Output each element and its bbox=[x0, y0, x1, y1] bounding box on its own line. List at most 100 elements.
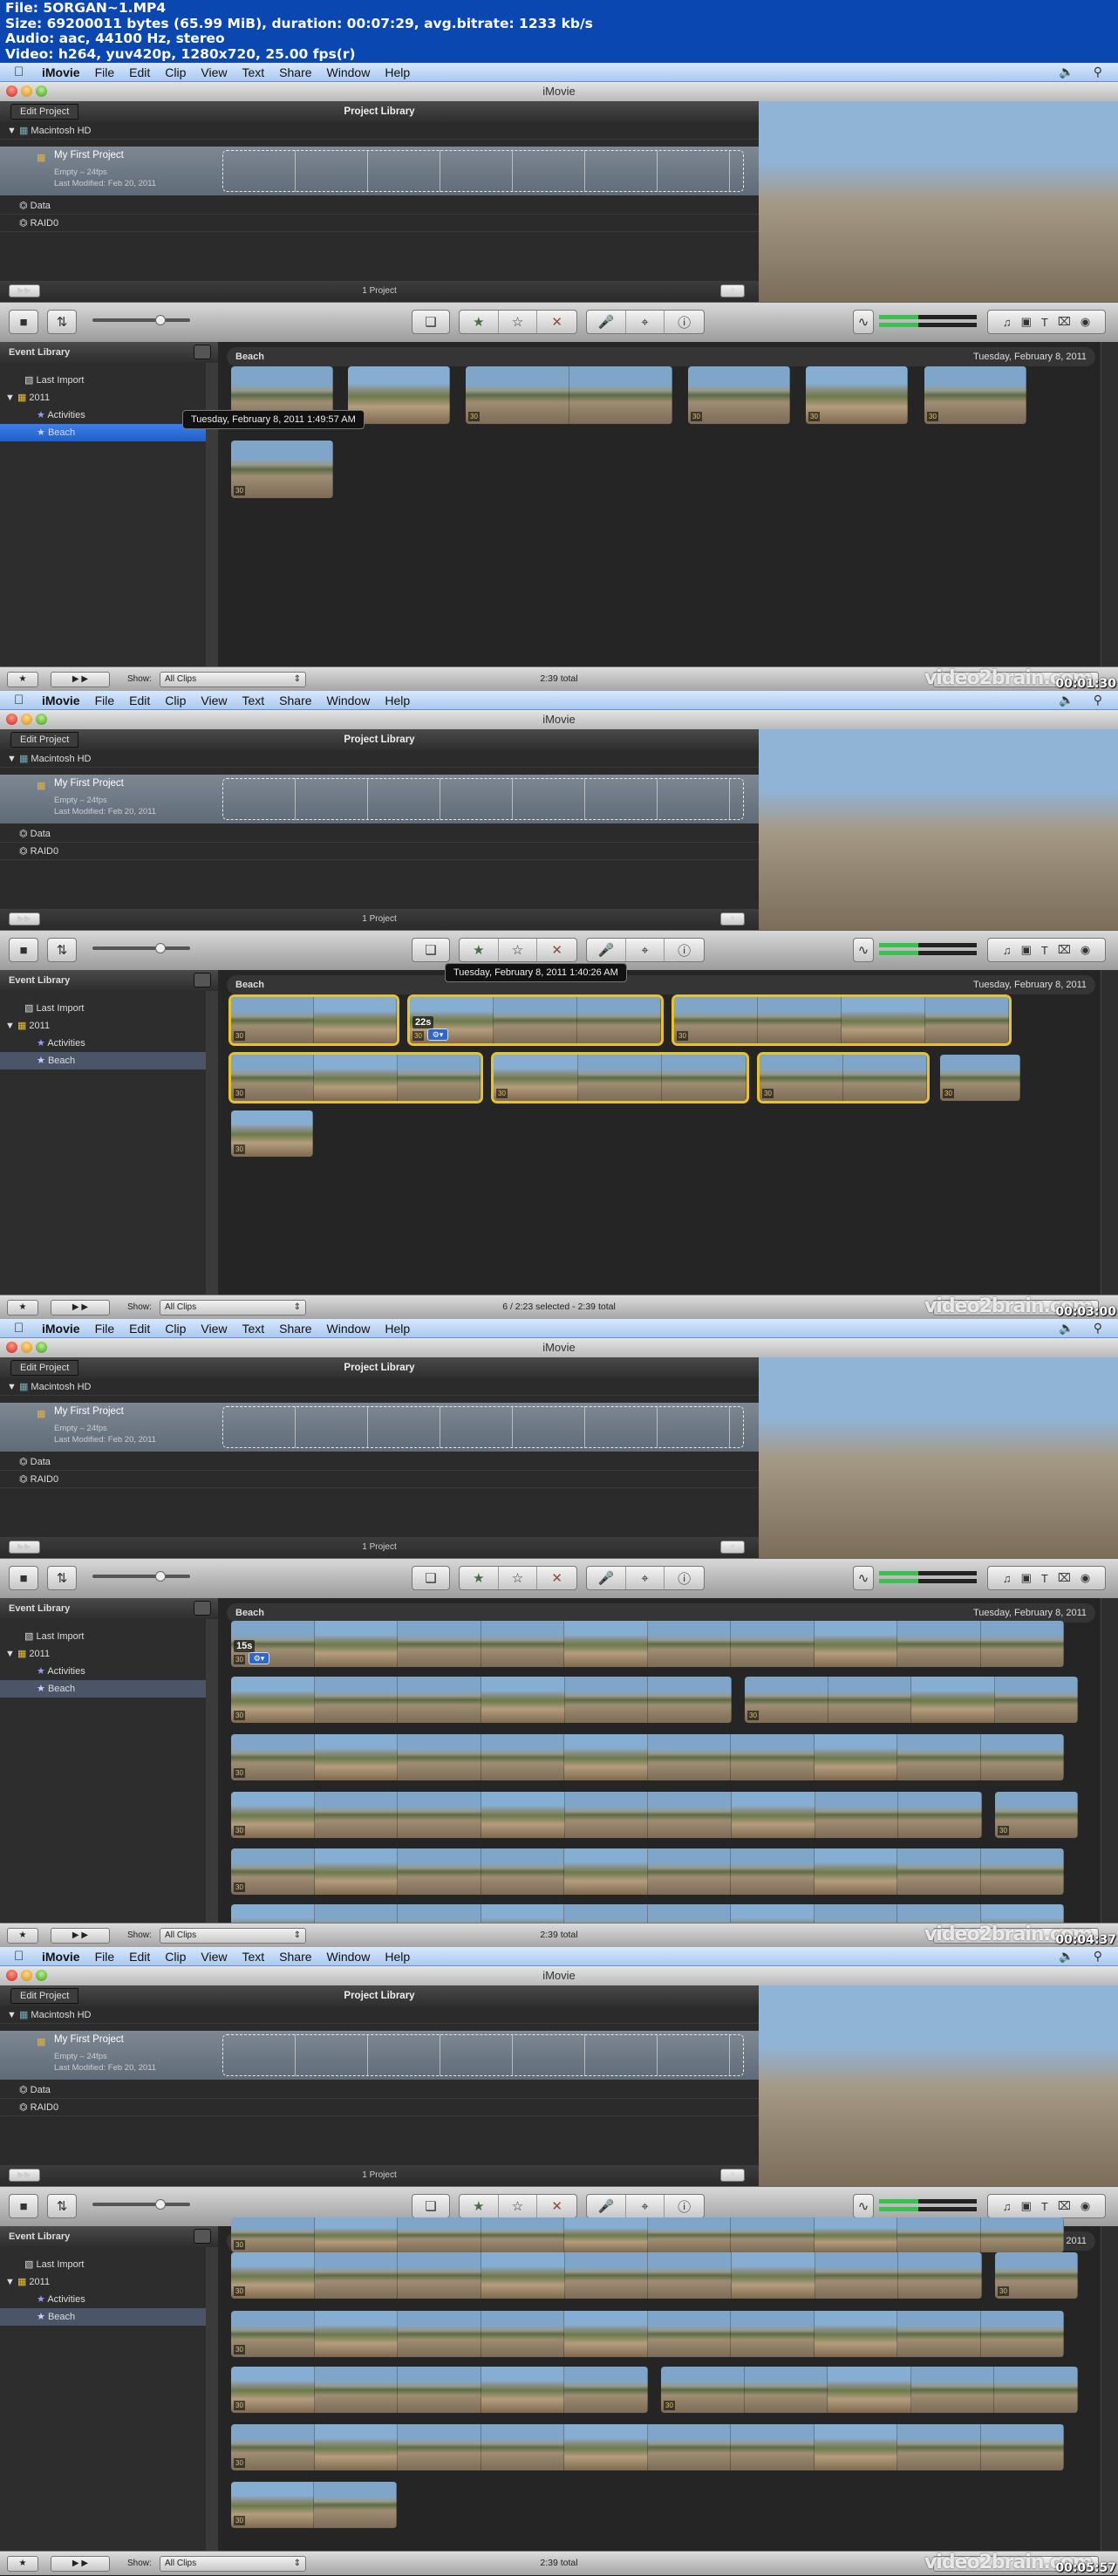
event-year-2011[interactable]: ▼ ▦ 2011 bbox=[0, 389, 206, 407]
menu-text[interactable]: Text bbox=[242, 65, 264, 79]
play-buttons[interactable]: ▶▶ bbox=[9, 1541, 40, 1554]
camera-import-button[interactable]: ■ bbox=[9, 1566, 38, 1590]
project-my-first-project[interactable]: ▦ My First Project Empty – 24fps Last Mo… bbox=[0, 2031, 759, 2080]
menu-clip[interactable]: Clip bbox=[165, 65, 186, 79]
spotlight-search-icon[interactable]: ⚲ bbox=[1094, 1321, 1102, 1336]
event-beach[interactable]: ★ Beach bbox=[0, 1680, 206, 1698]
spotlight-search-icon[interactable]: ⚲ bbox=[1094, 1949, 1102, 1964]
swap-button[interactable]: ⇅ bbox=[47, 938, 77, 962]
add-to-project-button[interactable]: ❏ bbox=[412, 1566, 450, 1590]
menu-view[interactable]: View bbox=[201, 1322, 227, 1336]
menu-file[interactable]: File bbox=[95, 1950, 115, 1964]
project-my-first-project[interactable]: ▦ My First Project Empty – 24fps Last Mo… bbox=[0, 1403, 759, 1452]
audio-waveform-button[interactable]: ∿ bbox=[853, 938, 874, 962]
event-activities[interactable]: ★ Activities bbox=[0, 1035, 206, 1052]
video-viewer[interactable] bbox=[759, 729, 1118, 930]
drive-raid0[interactable]: ⏣ RAID0 bbox=[0, 215, 759, 232]
apple-menu-icon[interactable]:  bbox=[14, 1321, 31, 1336]
menu-text[interactable]: Text bbox=[242, 1950, 264, 1964]
event-beach[interactable]: ★ Beach bbox=[0, 1052, 206, 1069]
audio-waveform-button[interactable]: ∿ bbox=[853, 310, 874, 334]
music-icon[interactable]: ♫ bbox=[1003, 2200, 1012, 2213]
play-buttons[interactable]: ▶▶ bbox=[9, 2169, 40, 2182]
event-year-2011[interactable]: ▼ ▦ 2011 bbox=[0, 1645, 206, 1663]
photo-icon[interactable]: ▣ bbox=[1021, 943, 1032, 957]
map-globe-icon[interactable]: ◉ bbox=[1081, 943, 1090, 957]
unmark-star-icon[interactable]: ☆ bbox=[499, 311, 538, 333]
edit-project-button[interactable]: Edit Project bbox=[10, 1360, 79, 1376]
menu-clip[interactable]: Clip bbox=[165, 1322, 186, 1336]
event-activities[interactable]: ★ Activities bbox=[0, 1663, 206, 1680]
reject-x-icon[interactable]: ✕ bbox=[537, 939, 576, 961]
audio-waveform-button[interactable]: ∿ bbox=[853, 1566, 874, 1590]
volume-icon[interactable]: 🔈 bbox=[1059, 65, 1074, 79]
event-year-2011[interactable]: ▼ ▦ 2011 bbox=[0, 1017, 206, 1035]
swap-button[interactable]: ⇅ bbox=[47, 310, 77, 334]
project-my-first-project[interactable]: ▦ My First Project Empty – 24fps Last Mo… bbox=[0, 147, 759, 195]
unmark-star-icon[interactable]: ☆ bbox=[499, 939, 538, 961]
video-clip[interactable]: 30 bbox=[228, 994, 399, 1046]
play-buttons[interactable]: ▶▶ bbox=[9, 912, 40, 926]
disclosure-triangle-icon[interactable]: ▼ bbox=[7, 2010, 17, 2020]
video-clip[interactable]: 30 bbox=[231, 1792, 982, 1838]
music-icon[interactable]: ♫ bbox=[1003, 316, 1012, 329]
menu-edit[interactable]: Edit bbox=[129, 1950, 150, 1964]
edit-project-button[interactable]: Edit Project bbox=[10, 104, 79, 120]
disclosure-triangle-icon[interactable]: ▼ bbox=[5, 1649, 15, 1659]
crop-icon[interactable]: ⌖ bbox=[626, 2195, 665, 2217]
map-globe-icon[interactable]: ◉ bbox=[1081, 315, 1090, 329]
microphone-icon[interactable]: 🎤 bbox=[587, 2195, 626, 2217]
menu-view[interactable]: View bbox=[201, 694, 227, 707]
transition-icon[interactable]: ⌧ bbox=[1058, 1571, 1071, 1585]
close-button[interactable] bbox=[6, 1970, 17, 1981]
eject-button[interactable] bbox=[194, 1601, 211, 1616]
edit-project-button[interactable]: Edit Project bbox=[10, 732, 79, 748]
photo-icon[interactable]: ▣ bbox=[1021, 315, 1032, 329]
video-clip[interactable]: 30 bbox=[491, 1052, 749, 1104]
transition-icon[interactable]: ⌧ bbox=[1058, 2199, 1071, 2213]
crop-icon[interactable]: ⌖ bbox=[626, 311, 665, 333]
event-year-2011[interactable]: ▼ ▦ 2011 bbox=[0, 2273, 206, 2291]
empty-project-dropzone[interactable] bbox=[222, 1406, 744, 1448]
project-my-first-project[interactable]: ▦ My First Project Empty – 24fps Last Mo… bbox=[0, 775, 759, 823]
menu-file[interactable]: File bbox=[95, 1322, 115, 1336]
menu-clip[interactable]: Clip bbox=[165, 1950, 186, 1964]
add-project-button[interactable]: + bbox=[720, 912, 745, 926]
minimize-button[interactable] bbox=[21, 1970, 32, 1981]
video-clip[interactable]: 30 bbox=[231, 1110, 313, 1157]
event-beach[interactable]: ★ Beach bbox=[0, 424, 206, 441]
event-last-import[interactable]: ▧ Last Import bbox=[0, 1000, 206, 1017]
video-clip[interactable]: 30 bbox=[661, 2367, 1078, 2413]
browser-scrollbar[interactable] bbox=[1101, 2226, 1118, 2551]
play-buttons[interactable]: ▶▶ bbox=[9, 284, 40, 297]
menu-view[interactable]: View bbox=[201, 65, 227, 79]
video-clip[interactable]: 30 bbox=[757, 1052, 930, 1104]
title-icon[interactable]: T bbox=[1041, 944, 1048, 957]
video-clip[interactable]: 30 bbox=[231, 2217, 1064, 2252]
photo-icon[interactable]: ▣ bbox=[1021, 2199, 1032, 2213]
video-viewer[interactable] bbox=[759, 101, 1118, 302]
menu-share[interactable]: Share bbox=[279, 1322, 311, 1336]
photo-icon[interactable]: ▣ bbox=[1021, 1571, 1032, 1585]
crop-icon[interactable]: ⌖ bbox=[626, 1567, 665, 1589]
info-icon[interactable]: ⓘ bbox=[665, 2195, 704, 2217]
crop-icon[interactable]: ⌖ bbox=[626, 939, 665, 961]
add-project-button[interactable]: + bbox=[720, 284, 745, 297]
video-clip[interactable]: 30 bbox=[671, 994, 1012, 1046]
sidebar-scrollbar[interactable] bbox=[206, 991, 218, 1295]
clip-gear-menu-icon[interactable]: ⚙▾ bbox=[249, 1652, 269, 1664]
thumbnail-size-slider[interactable] bbox=[92, 315, 190, 325]
menu-edit[interactable]: Edit bbox=[129, 694, 150, 707]
music-icon[interactable]: ♫ bbox=[1003, 1572, 1012, 1585]
add-to-project-button[interactable]: ❏ bbox=[412, 2194, 450, 2218]
microphone-icon[interactable]: 🎤 bbox=[587, 1567, 626, 1589]
close-button[interactable] bbox=[6, 1342, 17, 1353]
eject-button[interactable] bbox=[194, 973, 211, 987]
video-clip[interactable]: 30 bbox=[231, 1848, 1064, 1895]
volume-icon[interactable]: 🔈 bbox=[1059, 693, 1074, 707]
volume-icon[interactable]: 🔈 bbox=[1059, 1321, 1074, 1336]
event-activities[interactable]: ★ Activities bbox=[0, 2291, 206, 2308]
favorite-star-icon[interactable]: ★ bbox=[460, 2195, 499, 2217]
menu-text[interactable]: Text bbox=[242, 1322, 264, 1336]
apple-menu-icon[interactable]:  bbox=[14, 65, 31, 79]
